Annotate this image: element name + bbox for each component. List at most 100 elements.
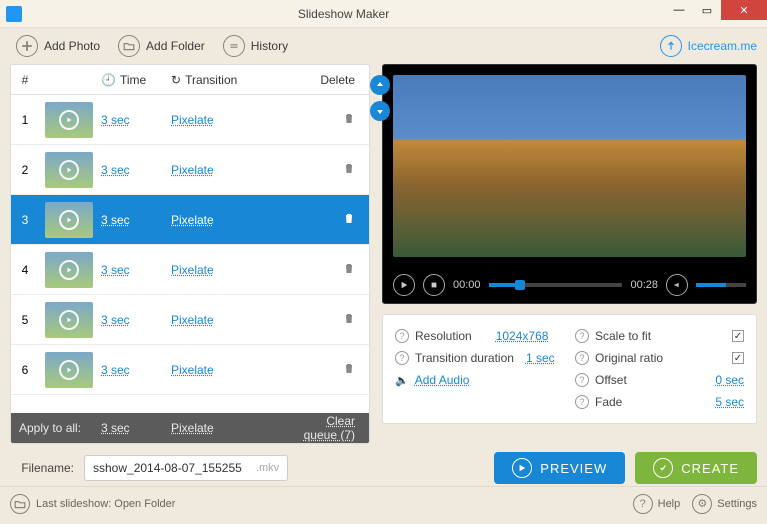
transition-link[interactable]: Pixelate (171, 113, 214, 127)
orig-checkbox[interactable] (732, 352, 744, 364)
time-link[interactable]: 3 sec (101, 163, 130, 177)
add-photo-button[interactable]: Add Photo (10, 31, 106, 61)
clear-queue-link[interactable]: Clear queue (7) (304, 414, 355, 442)
move-up-button[interactable] (370, 75, 390, 95)
fade-link[interactable]: 5 sec (715, 395, 744, 409)
time-link[interactable]: 3 sec (101, 213, 130, 227)
row-number: 1 (11, 113, 39, 127)
transition-link[interactable]: Pixelate (171, 313, 214, 327)
table-row[interactable]: 1 3 sec Pixelate (11, 95, 369, 145)
delete-button[interactable] (343, 213, 355, 227)
time-link[interactable]: 3 sec (101, 363, 130, 377)
move-down-button[interactable] (370, 101, 390, 121)
col-transition: Transition (185, 73, 237, 87)
apply-trans-link[interactable]: Pixelate (171, 421, 214, 435)
clock-icon: 🕘 (101, 73, 116, 87)
settings-button[interactable]: ⚙Settings (692, 494, 757, 514)
time-current: 00:00 (453, 279, 481, 291)
preview-label: PREVIEW (540, 461, 607, 476)
offset-label: Offset (595, 373, 627, 387)
delete-button[interactable] (343, 263, 355, 277)
transition-link[interactable]: Pixelate (171, 363, 214, 377)
slide-list: # 🕘Time ↻Transition Delete 1 3 sec Pixel… (10, 64, 370, 444)
help-icon: ? (395, 351, 409, 365)
footer: Last slideshow: Open Folder ?Help ⚙Setti… (0, 486, 767, 520)
offset-link[interactable]: 0 sec (715, 373, 744, 387)
delete-button[interactable] (343, 313, 355, 327)
settings-label: Settings (717, 498, 757, 510)
row-number: 6 (11, 363, 39, 377)
time-link[interactable]: 3 sec (101, 313, 130, 327)
brand-link[interactable]: Icecream.me (660, 35, 757, 57)
create-button[interactable]: CREATE (635, 452, 757, 484)
play-overlay-icon (59, 160, 79, 180)
slide-thumbnail[interactable] (45, 152, 93, 188)
preview-button[interactable]: PREVIEW (494, 452, 625, 484)
preview-video (393, 75, 746, 257)
app-icon (6, 6, 22, 22)
scale-checkbox[interactable] (732, 330, 744, 342)
maximize-button[interactable]: ▭ (693, 0, 721, 20)
delete-button[interactable] (343, 363, 355, 377)
transition-link[interactable]: Pixelate (171, 213, 214, 227)
help-label: Help (658, 498, 681, 510)
scale-label: Scale to fit (595, 329, 651, 343)
seek-bar[interactable] (489, 283, 623, 287)
speaker-icon: 🔈 (395, 374, 409, 387)
play-overlay-icon (59, 110, 79, 130)
transition-link[interactable]: Pixelate (171, 163, 214, 177)
resolution-link[interactable]: 1024x768 (496, 329, 549, 343)
time-link[interactable]: 3 sec (101, 113, 130, 127)
fade-label: Fade (595, 395, 622, 409)
history-button[interactable]: History (217, 31, 294, 61)
help-icon: ? (575, 329, 589, 343)
history-icon (223, 35, 245, 57)
tdur-label: Transition duration (415, 351, 514, 365)
tdur-link[interactable]: 1 sec (526, 351, 555, 365)
folder-icon (10, 494, 30, 514)
table-row[interactable]: 2 3 sec Pixelate (11, 145, 369, 195)
last-slideshow-link[interactable]: Last slideshow: Open Folder (36, 498, 175, 510)
mute-button[interactable] (666, 274, 688, 296)
slide-thumbnail[interactable] (45, 202, 93, 238)
play-overlay-icon (59, 210, 79, 230)
row-number: 5 (11, 313, 39, 327)
delete-button[interactable] (343, 163, 355, 177)
filename-input[interactable]: sshow_2014-08-07_155255 .mkv (84, 455, 288, 481)
slide-thumbnail[interactable] (45, 252, 93, 288)
help-icon: ? (575, 351, 589, 365)
add-folder-label: Add Folder (146, 39, 205, 53)
titlebar: Slideshow Maker — ▭ ✕ (0, 0, 767, 28)
delete-button[interactable] (343, 113, 355, 127)
transition-link[interactable]: Pixelate (171, 263, 214, 277)
folder-icon (118, 35, 140, 57)
filename-value: sshow_2014-08-07_155255 (93, 461, 242, 475)
table-row[interactable]: 5 3 sec Pixelate (11, 295, 369, 345)
table-row[interactable]: 6 3 sec Pixelate (11, 345, 369, 395)
plus-icon (16, 35, 38, 57)
close-button[interactable]: ✕ (721, 0, 767, 20)
stop-button[interactable] (423, 274, 445, 296)
filename-label: Filename: (10, 461, 74, 475)
table-row[interactable]: 4 3 sec Pixelate (11, 245, 369, 295)
play-button[interactable] (393, 274, 415, 296)
add-audio-link[interactable]: Add Audio (415, 373, 470, 387)
refresh-icon: ↻ (171, 73, 181, 87)
minimize-button[interactable]: — (665, 0, 693, 20)
slide-thumbnail[interactable] (45, 302, 93, 338)
help-button[interactable]: ?Help (633, 494, 681, 514)
table-row[interactable]: 3 3 sec Pixelate (11, 195, 369, 245)
slide-thumbnail[interactable] (45, 352, 93, 388)
slide-thumbnail[interactable] (45, 102, 93, 138)
create-label: CREATE (681, 461, 739, 476)
settings-panel: ?Resolution1024x768 ?Scale to fit ?Trans… (382, 314, 757, 424)
volume-bar[interactable] (696, 283, 746, 287)
row-number: 3 (11, 213, 39, 227)
help-icon: ? (575, 395, 589, 409)
help-icon: ? (575, 373, 589, 387)
apply-time-link[interactable]: 3 sec (101, 421, 130, 435)
col-delete: Delete (291, 73, 369, 87)
add-folder-button[interactable]: Add Folder (112, 31, 211, 61)
apply-all-bar: Apply to all: 3 sec Pixelate Clear queue… (11, 413, 369, 443)
time-link[interactable]: 3 sec (101, 263, 130, 277)
